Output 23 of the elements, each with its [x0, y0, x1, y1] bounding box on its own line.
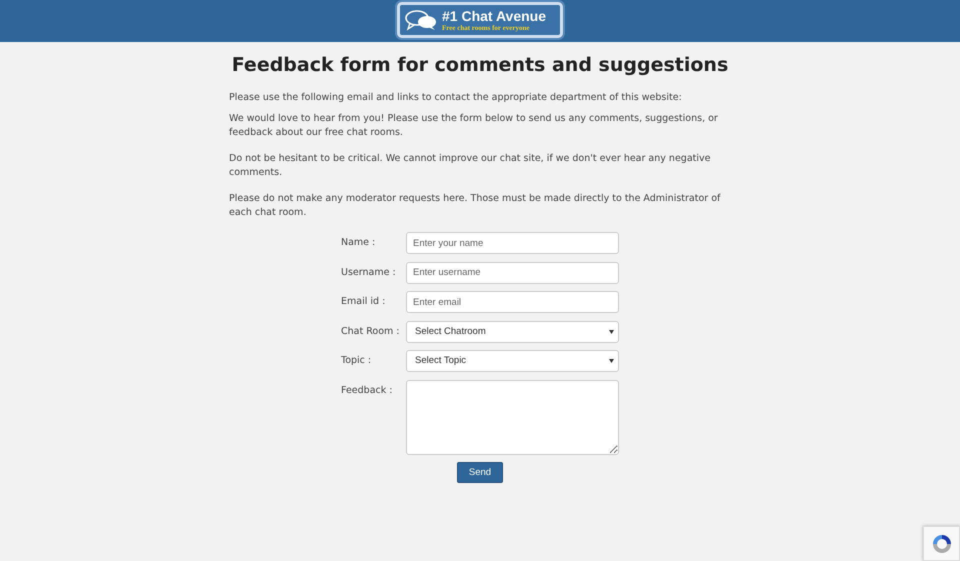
input-field[interactable]: Enter your name: [406, 232, 619, 254]
input-field[interactable]: Enter username: [406, 262, 619, 284]
caret-icon: [609, 359, 614, 364]
recaptcha-icon: [930, 532, 952, 554]
field-label: Topic :: [341, 354, 372, 368]
field-label: Chat Room :: [341, 324, 400, 339]
select-dropdown[interactable]: Select Topic: [406, 350, 619, 372]
paragraph-text: Please do not make any moderator requests here. Those must be made directly to the Administrator of each chat room.: [229, 192, 722, 220]
recaptcha-badge[interactable]: [923, 526, 960, 561]
input-field[interactable]: Enter email: [406, 291, 619, 314]
field-label: Username :: [341, 266, 397, 280]
paragraph-text: Do not be hesitant to be critical. We cannot improve our chat site, if we don't ever hear any negative comments.: [229, 152, 712, 180]
paragraph-text: We would love to hear from you! Please use the form below to send us any comments, suggestions, or feedback about our free chat rooms.: [229, 112, 719, 140]
field-label: Name :: [341, 236, 376, 250]
select-dropdown[interactable]: Select Chatroom: [406, 320, 619, 343]
caret-icon: [609, 330, 614, 334]
field-label: Feedback :: [341, 384, 394, 398]
page-title: Feedback form for comments and suggestions: [230, 54, 730, 77]
field-label: Email id :: [341, 295, 386, 310]
send-button[interactable]: Send: [456, 462, 504, 484]
paragraph-text: Please use the following email and links to contact the appropriate department of this website:: [229, 90, 683, 104]
chat-bubbles-icon: [404, 8, 438, 32]
logo-title: #1 Chat Avenue: [442, 8, 546, 24]
